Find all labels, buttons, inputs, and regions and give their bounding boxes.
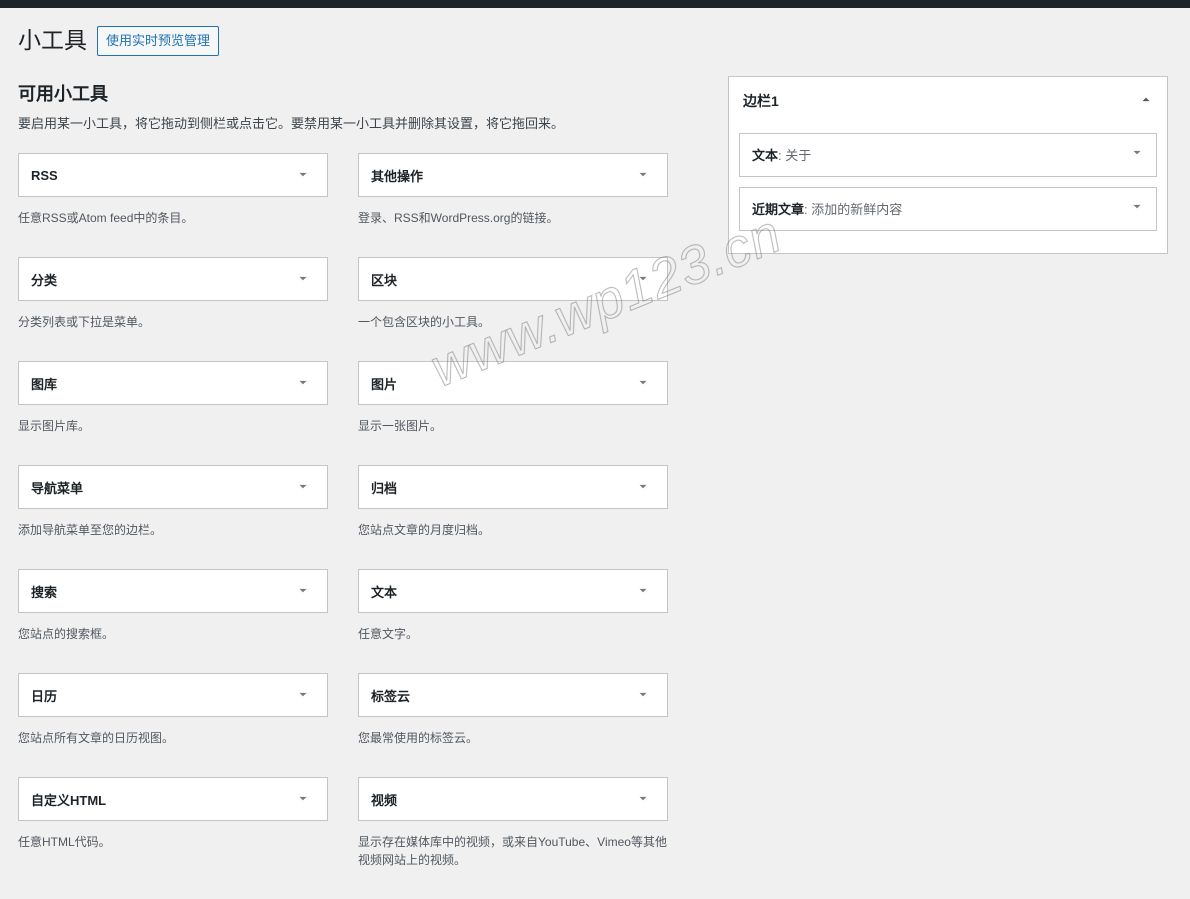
chevron-down-icon: [291, 267, 315, 291]
chevron-down-icon: [291, 579, 315, 603]
widget-custom-html: 自定义HTML 任意HTML代码。: [18, 777, 328, 869]
widget-description: 添加导航菜单至您的边栏。: [18, 509, 328, 557]
widget-description: 您站点文章的月度归档。: [358, 509, 668, 557]
widget-column-left: RSS 任意RSS或Atom feed中的条目。 分类 分类列表或下拉是菜单。: [18, 153, 328, 899]
widget-title: 区块: [371, 270, 397, 289]
widget-title: 图库: [31, 374, 57, 393]
widget-description: 分类列表或下拉是菜单。: [18, 301, 328, 349]
widget-description: 您站点的搜索框。: [18, 613, 328, 661]
widget-header[interactable]: 归档: [358, 465, 668, 509]
chevron-down-icon: [291, 475, 315, 499]
widget-header[interactable]: 日历: [18, 673, 328, 717]
available-widgets-description: 要启用某一小工具，将它拖动到侧栏或点击它。要禁用某一小工具并删除其设置，将它拖回…: [18, 114, 668, 134]
widget-header[interactable]: 标签云: [358, 673, 668, 717]
widget-header[interactable]: 区块: [358, 257, 668, 301]
widget-title: 导航菜单: [31, 478, 83, 497]
widget-title: 其他操作: [371, 166, 423, 185]
chevron-up-icon: [1139, 92, 1153, 109]
widget-header[interactable]: 其他操作: [358, 153, 668, 197]
widget-gallery: 图库 显示图片库。: [18, 361, 328, 453]
chevron-down-icon: [291, 163, 315, 187]
widget-header[interactable]: 文本: [358, 569, 668, 613]
chevron-down-icon: [631, 579, 655, 603]
widget-description: 显示存在媒体库中的视频，或来自YouTube、Vimeo等其他视频网站上的视频。: [358, 821, 668, 887]
widget-image: 图片 显示一张图片。: [358, 361, 668, 453]
chevron-down-icon: [291, 787, 315, 811]
sidebar-title: 边栏1: [743, 91, 779, 111]
widget-title: 视频: [371, 790, 397, 809]
widget-title: 标签云: [371, 686, 410, 705]
widget-title: RSS: [31, 168, 58, 183]
widget-text: 文本 任意文字。: [358, 569, 668, 661]
widget-block: 区块 一个包含区块的小工具。: [358, 257, 668, 349]
widget-video: 视频 显示存在媒体库中的视频，或来自YouTube、Vimeo等其他视频网站上的…: [358, 777, 668, 887]
widget-title: 图片: [371, 374, 397, 393]
sidebar-area-panel: 边栏1 文本: 关于 近期文章: 添加的新鲜内容: [728, 76, 1168, 254]
chevron-down-icon: [631, 267, 655, 291]
widget-header[interactable]: 自定义HTML: [18, 777, 328, 821]
widget-column-right: 其他操作 登录、RSS和WordPress.org的链接。 区块 一个包含区块的…: [358, 153, 668, 899]
placed-widget-recent-posts[interactable]: 近期文章: 添加的新鲜内容: [739, 187, 1157, 231]
chevron-down-icon: [1130, 146, 1144, 163]
placed-widget-title: 文本: 关于: [752, 145, 811, 164]
widget-title: 文本: [371, 582, 397, 601]
available-widgets-panel: 可用小工具 要启用某一小工具，将它拖动到侧栏或点击它。要禁用某一小工具并删除其设…: [18, 76, 668, 899]
widget-description: 您站点所有文章的日历视图。: [18, 717, 328, 765]
widget-rss: RSS 任意RSS或Atom feed中的条目。: [18, 153, 328, 245]
chevron-down-icon: [291, 371, 315, 395]
widget-header[interactable]: 图库: [18, 361, 328, 405]
widget-meta: 其他操作 登录、RSS和WordPress.org的链接。: [358, 153, 668, 245]
widget-header[interactable]: 图片: [358, 361, 668, 405]
widget-title: 搜索: [31, 582, 57, 601]
sidebar-header[interactable]: 边栏1: [729, 77, 1167, 125]
widget-description: 任意HTML代码。: [18, 821, 328, 869]
widget-description: 显示一张图片。: [358, 405, 668, 453]
page-header: 小工具 使用实时预览管理: [18, 18, 1170, 56]
widget-header[interactable]: 分类: [18, 257, 328, 301]
chevron-down-icon: [631, 475, 655, 499]
chevron-down-icon: [631, 787, 655, 811]
available-widgets-heading: 可用小工具: [18, 76, 668, 106]
page-title: 小工具: [18, 26, 87, 56]
widget-title: 日历: [31, 686, 57, 705]
widget-title: 分类: [31, 270, 57, 289]
chevron-down-icon: [631, 683, 655, 707]
widget-description: 任意RSS或Atom feed中的条目。: [18, 197, 328, 245]
admin-top-bar: [0, 0, 1190, 8]
widget-header[interactable]: 视频: [358, 777, 668, 821]
widget-title: 归档: [371, 478, 397, 497]
widget-calendar: 日历 您站点所有文章的日历视图。: [18, 673, 328, 765]
chevron-down-icon: [1130, 200, 1144, 217]
chevron-down-icon: [631, 163, 655, 187]
widget-search: 搜索 您站点的搜索框。: [18, 569, 328, 661]
placed-widget-text[interactable]: 文本: 关于: [739, 133, 1157, 177]
widget-tag-cloud: 标签云 您最常使用的标签云。: [358, 673, 668, 765]
widget-title: 自定义HTML: [31, 790, 106, 809]
widget-header[interactable]: RSS: [18, 153, 328, 197]
widget-nav-menu: 导航菜单 添加导航菜单至您的边栏。: [18, 465, 328, 557]
chevron-down-icon: [291, 683, 315, 707]
widget-description: 一个包含区块的小工具。: [358, 301, 668, 349]
widget-header[interactable]: 导航菜单: [18, 465, 328, 509]
widget-description: 任意文字。: [358, 613, 668, 661]
widget-categories: 分类 分类列表或下拉是菜单。: [18, 257, 328, 349]
chevron-down-icon: [631, 371, 655, 395]
sidebar-widget-list[interactable]: 文本: 关于 近期文章: 添加的新鲜内容: [729, 125, 1167, 253]
widget-header[interactable]: 搜索: [18, 569, 328, 613]
placed-widget-title: 近期文章: 添加的新鲜内容: [752, 199, 902, 218]
widget-description: 显示图片库。: [18, 405, 328, 453]
widget-description: 您最常使用的标签云。: [358, 717, 668, 765]
widget-archives: 归档 您站点文章的月度归档。: [358, 465, 668, 557]
live-preview-button[interactable]: 使用实时预览管理: [97, 26, 219, 56]
widget-description: 登录、RSS和WordPress.org的链接。: [358, 197, 668, 245]
